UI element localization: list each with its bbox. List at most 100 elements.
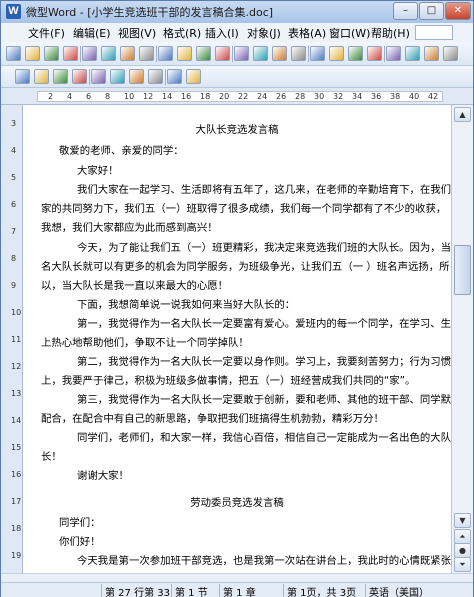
ruler-number: 14: [11, 416, 22, 425]
text-line: 我们大家在一起学习、生活即将有五年了，这几来，在老师的辛勤培育下，在我们大: [77, 184, 451, 196]
menu-format[interactable]: 格式(R): [163, 25, 201, 41]
vertical-scrollbar[interactable]: ▲ ▼ ⏶ ● ⏷: [451, 105, 473, 573]
menu-insert[interactable]: 插入(I): [205, 25, 239, 41]
menu-object[interactable]: 对象(J): [247, 25, 281, 41]
vertical-ruler[interactable]: 3 4 5 6 7 8 9 10 11 12 13 14 15 16 17 18 19: [1, 105, 23, 573]
status-line-col: 第 27 行第 33: [101, 584, 170, 597]
table-icon[interactable]: [272, 46, 287, 61]
scroll-down-icon[interactable]: ▼: [454, 513, 471, 528]
menu-edit[interactable]: 编辑(E): [73, 25, 111, 41]
text-line: 第一，我觉得作为一名大队长一定要富有爱心。爱班内的每一个同学，在学习、生活: [77, 318, 451, 330]
scroll-thumb[interactable]: [454, 245, 471, 295]
pencil-icon[interactable]: [110, 69, 125, 84]
marker-icon[interactable]: [148, 69, 163, 84]
select-browse-object-icon[interactable]: ●: [454, 543, 471, 558]
new-icon[interactable]: [6, 46, 21, 61]
ruler-number: 6: [11, 200, 17, 209]
ruler-number: 17: [11, 497, 22, 506]
redo-icon[interactable]: [234, 46, 249, 61]
document-page[interactable]: 大队长竞选发言稿 敬爱的老师、亲爱的同学： 大家好！ 我们大家在一起学习、生活即将有五…: [23, 105, 451, 573]
hyperlink-icon[interactable]: [253, 46, 268, 61]
text-line: 今天我是第一次参加班干部竞选，也是我第一次站在讲台上，我此时的心情既紧张又: [77, 555, 451, 567]
text-line: 敬爱的老师、亲爱的同学：: [59, 145, 184, 157]
drawing-toolbar: [1, 66, 473, 88]
pen-icon[interactable]: [91, 69, 106, 84]
text-line: 第二，我觉得作为一名大队长一定要以身作则。学习上，我要刻苦努力；行为习惯: [77, 356, 451, 368]
horizontal-scrollbar[interactable]: [1, 573, 473, 582]
text-line: 大家好！: [77, 165, 119, 177]
toolbar-separator: [165, 69, 166, 85]
ruler-number: 18: [11, 524, 22, 533]
ruler-number: 12: [143, 92, 154, 101]
eraser-icon[interactable]: [167, 69, 182, 84]
menu-help[interactable]: 帮助(H): [371, 25, 410, 41]
drawing-icon[interactable]: [329, 46, 344, 61]
status-language: 英语（美国）: [365, 584, 429, 597]
link-icon[interactable]: [72, 69, 87, 84]
spellcheck-icon[interactable]: [120, 46, 135, 61]
symbol-icon[interactable]: [443, 46, 458, 61]
ruler-number: 42: [428, 92, 439, 101]
ruler-number: 15: [11, 443, 22, 452]
text-line: 上热心地帮助他们，争取不让一个同学掉队！: [41, 337, 249, 349]
note-icon[interactable]: [186, 69, 201, 84]
menu-view[interactable]: 视图(V): [118, 25, 156, 41]
toolbar-separator: [89, 69, 90, 85]
ruler-number: 38: [390, 92, 401, 101]
text-line: 下面，我想简单说一说我如何来当好大队长的：: [77, 299, 296, 311]
title-bar[interactable]: W 微型Word - [小学生竞选班干部的发言稿合集.doc] – □ ✕: [1, 1, 473, 23]
text-line: 第三，我觉得作为一名大队长一定要敢于创新，要和老师、其他的班干部、同学默契: [77, 394, 451, 406]
menu-bar: 文件(F) 编辑(E) 视图(V) 格式(R) 插入(I) 对象(J) 表格(A…: [1, 23, 473, 42]
save-icon[interactable]: [44, 46, 59, 61]
toolbar-separator: [156, 46, 157, 62]
next-page-icon[interactable]: ⏷: [454, 557, 471, 572]
font-icon[interactable]: [424, 46, 439, 61]
standard-toolbar: [1, 42, 473, 66]
insert-table-icon[interactable]: [291, 46, 306, 61]
scroll-up-icon[interactable]: ▲: [454, 107, 471, 122]
window-title: 微型Word - [小学生竞选班干部的发言稿合集.doc]: [26, 6, 274, 19]
text-line: 配合，在配合中有自己的新思路，争取把我们班搞得生机勃勃，精彩万分！: [41, 413, 384, 425]
prev-page-icon[interactable]: ⏶: [454, 529, 471, 544]
close-button[interactable]: ✕: [445, 2, 471, 20]
print-preview-icon[interactable]: [82, 46, 97, 61]
box-icon[interactable]: [53, 69, 68, 84]
ruler-track[interactable]: 2 4 6 8 10 12 14 16 18 20 22 24 26 28 30 32 34 36 38 40 42: [37, 91, 443, 102]
zoom-icon[interactable]: [367, 46, 382, 61]
copy-icon[interactable]: [158, 46, 173, 61]
ruler-number: 10: [124, 92, 135, 101]
paste-icon[interactable]: [177, 46, 192, 61]
undo-icon[interactable]: [215, 46, 230, 61]
select-icon[interactable]: [15, 69, 30, 84]
ruler-number: 8: [105, 92, 111, 101]
text-line: 你们好！: [59, 536, 101, 548]
menu-window[interactable]: 窗口(W): [329, 25, 370, 41]
ruler-number: 16: [181, 92, 192, 101]
minimize-button[interactable]: –: [393, 2, 418, 20]
ruler-number: 4: [67, 92, 73, 101]
highlight-icon[interactable]: [129, 69, 144, 84]
columns-icon[interactable]: [310, 46, 325, 61]
heading: 劳动委员竞选发言稿: [190, 497, 284, 509]
pdf-icon[interactable]: [101, 46, 116, 61]
maximize-button[interactable]: □: [419, 2, 444, 20]
ruler-number: 4: [11, 146, 17, 155]
menu-file[interactable]: 文件(F): [28, 25, 65, 41]
edit-icon[interactable]: [34, 69, 49, 84]
text-line: 同学们，老师们，和大家一样，我信心百倍，相信自己一定能成为一名出色的大队: [77, 432, 451, 444]
show-formatting-icon[interactable]: [386, 46, 401, 61]
print-icon[interactable]: [63, 46, 78, 61]
ruler-number: 14: [162, 92, 173, 101]
cut-icon[interactable]: [139, 46, 154, 61]
open-icon[interactable]: [25, 46, 40, 61]
text-line: 谢谢大家！: [77, 470, 129, 482]
ruler-number: 7: [11, 227, 17, 236]
format-painter-icon[interactable]: [196, 46, 211, 61]
frame-icon[interactable]: [348, 46, 363, 61]
status-chapter: 第 1 章: [219, 584, 256, 597]
help-search-box[interactable]: [415, 25, 453, 40]
menu-table[interactable]: 表格(A): [288, 25, 326, 41]
horizontal-ruler[interactable]: 2 4 6 8 10 12 14 16 18 20 22 24 26 28 30 32 34 36 38 40 42: [1, 88, 473, 105]
word-app-icon[interactable]: W: [6, 4, 21, 19]
help-icon[interactable]: [405, 46, 420, 61]
